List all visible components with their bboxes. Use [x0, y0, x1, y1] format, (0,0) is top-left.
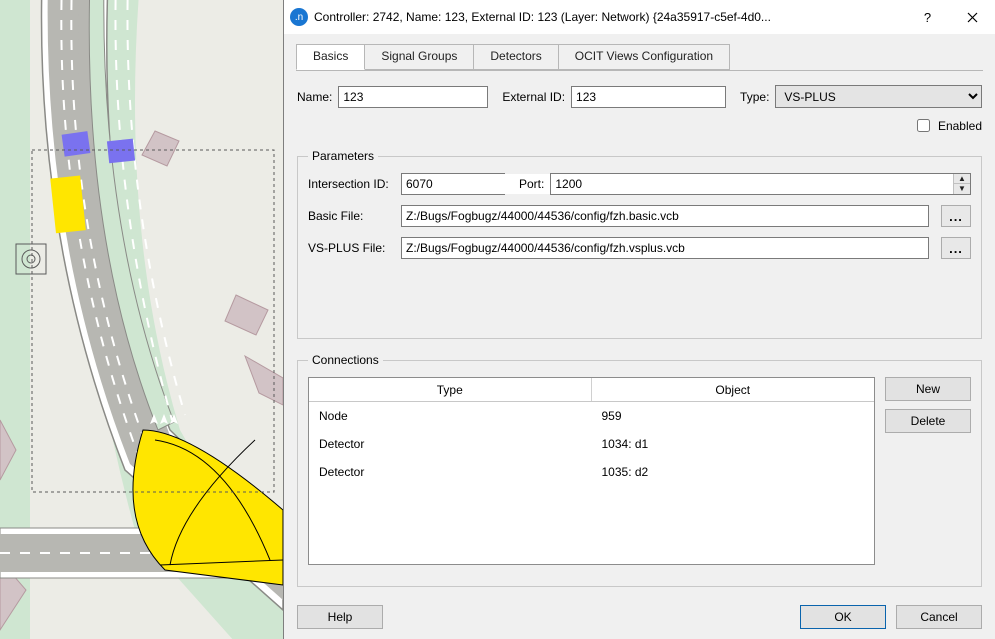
table-row[interactable]: Node 959 — [309, 402, 874, 430]
cell-type: Detector — [309, 430, 592, 458]
cell-type: Detector — [309, 458, 592, 486]
new-button[interactable]: New — [885, 377, 971, 401]
vsplus-file-label: VS-PLUS File: — [308, 241, 395, 255]
enabled-checkbox[interactable]: Enabled — [913, 116, 982, 135]
extid-label: External ID: — [502, 90, 565, 104]
col-type[interactable]: Type — [309, 378, 592, 401]
delete-button[interactable]: Delete — [885, 409, 971, 433]
basic-file-label: Basic File: — [308, 209, 395, 223]
tabbar: Basics Signal Groups Detectors OCIT View… — [296, 44, 983, 70]
app-icon: .n — [290, 8, 308, 26]
connections-legend: Connections — [308, 353, 383, 367]
cell-object: 1034: d1 — [592, 430, 875, 458]
connections-group: Connections Type Object Node 959 Detecto… — [297, 353, 982, 587]
cell-object: 959 — [592, 402, 875, 430]
connections-table[interactable]: Type Object Node 959 Detector 1034: d1 — [308, 377, 875, 565]
intersection-id-spinner[interactable]: ▲ ▼ — [401, 173, 505, 195]
tab-ocit[interactable]: OCIT Views Configuration — [558, 44, 730, 70]
browse-vsplus-file-button[interactable]: ... — [941, 237, 971, 259]
close-icon[interactable] — [950, 0, 995, 34]
vsplus-file-input[interactable] — [401, 237, 929, 259]
parameters-legend: Parameters — [308, 149, 378, 163]
tabpage-basics: Name: External ID: Type: VS-PLUS Enabled… — [284, 71, 995, 597]
tab-signal-groups[interactable]: Signal Groups — [364, 44, 474, 70]
col-object[interactable]: Object — [592, 378, 875, 401]
tab-detectors[interactable]: Detectors — [473, 44, 558, 70]
name-input[interactable] — [338, 86, 488, 108]
intersection-id-label: Intersection ID: — [308, 177, 395, 191]
enabled-label: Enabled — [938, 119, 982, 133]
table-row[interactable]: Detector 1034: d1 — [309, 430, 874, 458]
extid-input[interactable] — [571, 86, 726, 108]
enabled-checkbox-input[interactable] — [917, 119, 930, 132]
name-label: Name: — [297, 90, 332, 104]
basics-top-row: Name: External ID: Type: VS-PLUS — [297, 85, 982, 108]
port-spinner[interactable]: ▲ ▼ — [550, 173, 971, 195]
cell-type: Node — [309, 402, 592, 430]
ok-button[interactable]: OK — [800, 605, 886, 629]
browse-basic-file-button[interactable]: ... — [941, 205, 971, 227]
window-title: Controller: 2742, Name: 123, External ID… — [314, 10, 905, 24]
tab-basics[interactable]: Basics — [296, 44, 365, 70]
cell-object: 1035: d2 — [592, 458, 875, 486]
parameters-group: Parameters Intersection ID: ▲ ▼ Port: ▲ … — [297, 149, 982, 339]
port-label: Port: — [519, 177, 544, 191]
table-row[interactable]: Detector 1035: d2 — [309, 458, 874, 486]
titlebar: .n Controller: 2742, Name: 123, External… — [284, 0, 995, 34]
controller-dialog: .n Controller: 2742, Name: 123, External… — [283, 0, 995, 639]
port-step-down[interactable]: ▼ — [954, 184, 970, 194]
cancel-button[interactable]: Cancel — [896, 605, 982, 629]
type-label: Type: — [740, 90, 769, 104]
dialog-footer: Help OK Cancel — [284, 597, 995, 639]
help-button[interactable]: Help — [297, 605, 383, 629]
port-step-up[interactable]: ▲ — [954, 174, 970, 184]
port-input[interactable] — [551, 174, 953, 194]
help-icon[interactable]: ? — [905, 0, 950, 34]
basic-file-input[interactable] — [401, 205, 929, 227]
type-select[interactable]: VS-PLUS — [775, 85, 982, 108]
